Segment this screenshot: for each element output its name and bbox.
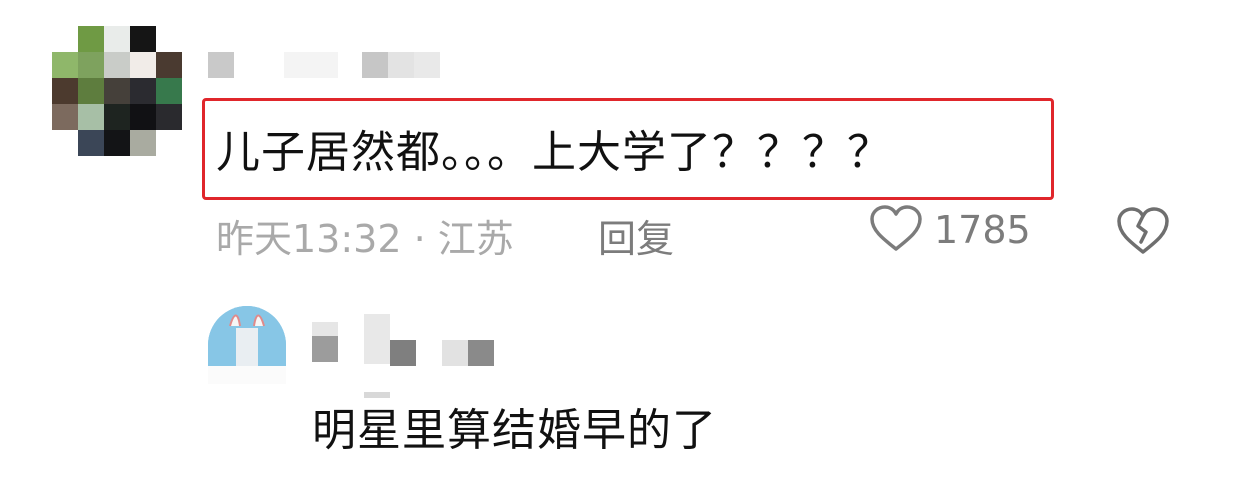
- reply-avatar[interactable]: [208, 306, 286, 366]
- avatar[interactable]: [52, 26, 182, 156]
- broken-heart-icon[interactable]: [1114, 204, 1172, 260]
- comment-timestamp-location: 昨天13:32 · 江苏: [216, 217, 514, 261]
- like-button[interactable]: 1785: [868, 202, 1031, 258]
- avatar-mask: [208, 366, 286, 384]
- reply-button[interactable]: 回复: [598, 208, 674, 263]
- comment-text: 儿子居然都。。。上大学了？？？？: [216, 127, 892, 178]
- like-count: 1785: [934, 208, 1031, 252]
- reply-comment-text: 明星里算结婚早的了: [312, 405, 717, 456]
- heart-outline-icon: [868, 203, 924, 257]
